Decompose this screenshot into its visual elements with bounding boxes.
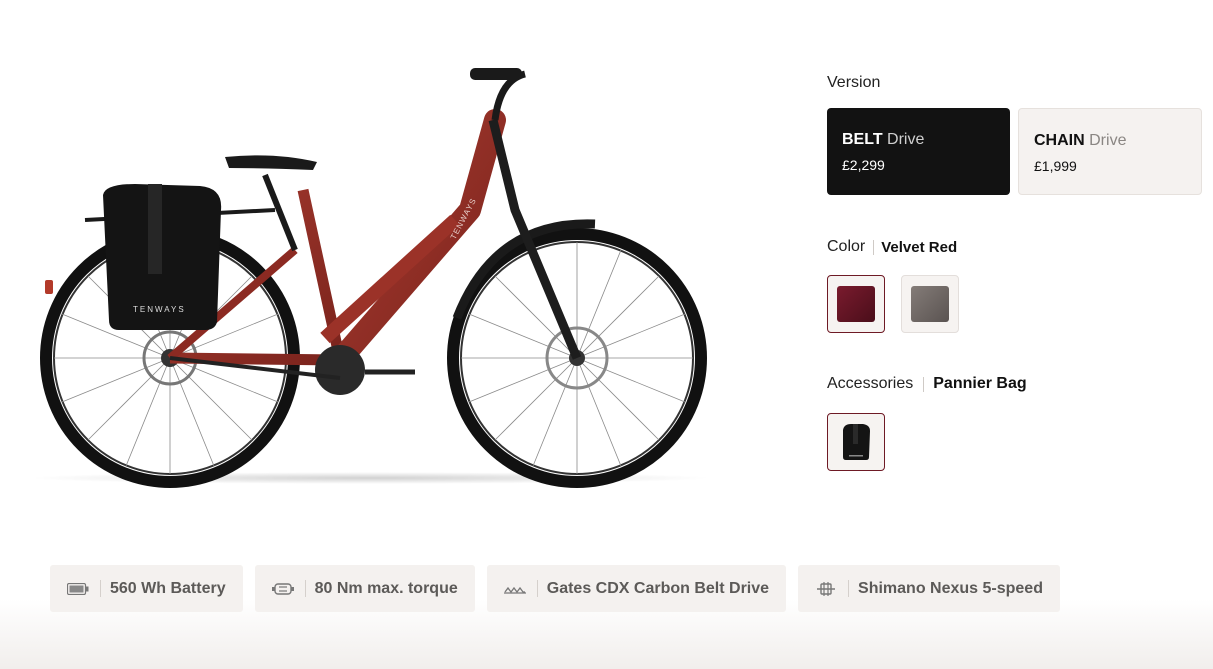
divider	[536, 580, 538, 597]
divider	[923, 376, 925, 392]
saddle	[225, 155, 317, 170]
pannier-bag: TENWAYS	[103, 184, 222, 330]
color-swatch-grey[interactable]	[901, 275, 959, 333]
bike-illustration: TENWAYS TENWAYS	[30, 68, 710, 488]
feature-torque: 80 Nm max. torque	[254, 565, 475, 612]
motor-icon	[271, 581, 295, 597]
feature-label: 80 Nm max. torque	[314, 579, 458, 597]
version-price: £1,999	[1034, 158, 1077, 174]
pannier-bag-icon	[843, 424, 870, 460]
config-panel: Version BELT Drive £2,299 CHAIN Drive £1…	[827, 74, 1203, 471]
feature-list: 560 Wh Battery 80 Nm max. torque Gates C…	[50, 565, 1060, 612]
selected-accessory-name: Pannier Bag	[933, 375, 1027, 392]
selected-color-name: Velvet Red	[881, 238, 958, 256]
divider	[304, 580, 306, 597]
feature-battery: 560 Wh Battery	[50, 565, 243, 612]
version-type: Drive	[887, 131, 925, 148]
feature-label: Gates CDX Carbon Belt Drive	[546, 579, 770, 597]
feature-label: Shimano Nexus 5-speed	[858, 579, 1043, 597]
color-label: Color Velvet Red	[827, 238, 1203, 256]
accessory-options	[827, 413, 1203, 471]
product-image: TENWAYS TENWAYS	[25, 60, 715, 490]
version-options: BELT Drive £2,299 CHAIN Drive £1,999	[827, 108, 1203, 195]
bag-logo-text: TENWAYS	[133, 305, 186, 314]
color-chip	[911, 286, 949, 322]
color-chip	[837, 286, 875, 322]
color-swatch-velvet-red[interactable]	[827, 275, 885, 333]
feature-label: 560 Wh Battery	[110, 579, 226, 597]
color-heading: Color	[827, 238, 866, 255]
version-option-belt[interactable]: BELT Drive £2,299	[827, 108, 1010, 195]
battery-icon	[66, 581, 90, 597]
divider	[848, 580, 850, 597]
version-heading: Version	[827, 74, 881, 91]
version-option-chain[interactable]: CHAIN Drive £1,999	[1018, 108, 1202, 195]
accessories-heading: Accessories	[827, 375, 914, 392]
feature-belt-drive: Gates CDX Carbon Belt Drive	[486, 565, 787, 612]
version-brand: CHAIN	[1034, 132, 1085, 149]
divider	[873, 239, 875, 255]
version-label: Version	[827, 74, 1203, 92]
version-type: Drive	[1089, 132, 1127, 149]
version-brand: BELT	[842, 131, 883, 148]
version-option-title: BELT Drive	[842, 130, 995, 150]
color-swatches	[827, 275, 1203, 333]
belt-icon	[503, 581, 527, 597]
version-option-title: CHAIN Drive	[1034, 131, 1186, 151]
accessories-label: Accessories Pannier Bag	[827, 375, 1203, 393]
divider	[100, 580, 101, 597]
gear-hub-icon	[814, 581, 838, 597]
version-price: £2,299	[842, 157, 885, 173]
feature-gear-hub: Shimano Nexus 5-speed	[798, 565, 1060, 612]
accessory-pannier-bag[interactable]	[827, 413, 885, 471]
